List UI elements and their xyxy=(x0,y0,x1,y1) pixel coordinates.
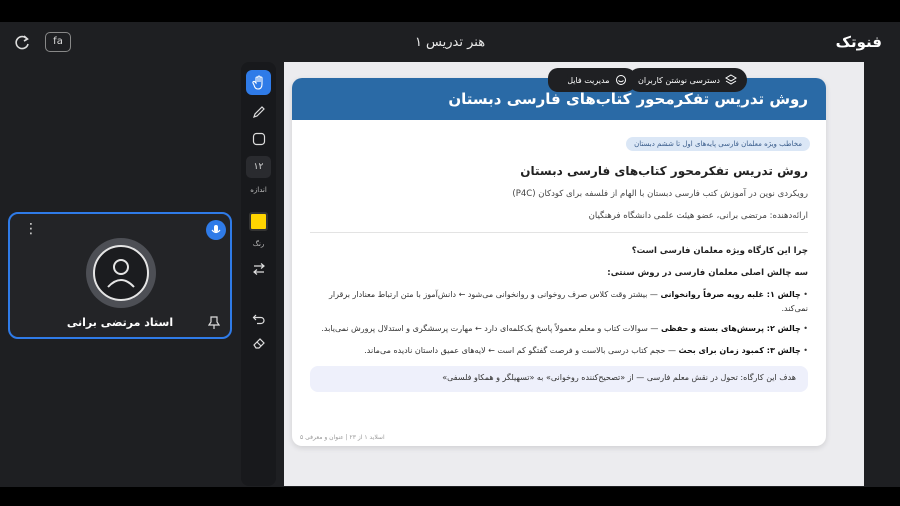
divider xyxy=(310,232,808,233)
screen: فنوتک هنر تدریس ۱ fa ⋮ استاد مرتضی برانی xyxy=(0,0,900,506)
slide-question: چرا این کارگاه ویژه معلمان فارسی است؟ xyxy=(631,246,808,256)
slide-header-title: روش تدریس تفکرمحور کتاب‌های فارسی دبستان xyxy=(448,90,808,108)
more-options-icon[interactable]: ⋮ xyxy=(24,222,38,236)
pin-icon[interactable] xyxy=(208,316,220,330)
language-button[interactable]: fa xyxy=(45,32,71,52)
whiteboard[interactable]: روش تدریس تفکرمحور کتاب‌های فارسی دبستان… xyxy=(284,62,864,486)
color-label: رنگ xyxy=(252,240,265,248)
slide-presenter: ارائه‌دهنده: مرتضی برانی، عضو هیئت علمی … xyxy=(588,211,808,221)
mic-icon[interactable] xyxy=(206,220,226,240)
user-write-access-button[interactable]: دسترسی نوشتن کاربران xyxy=(628,68,747,92)
pen-icon[interactable] xyxy=(246,99,271,124)
session-title: هنر تدریس ۱ xyxy=(414,35,486,50)
select-hand-icon[interactable] xyxy=(246,70,271,95)
slide-heading: روش تدریس تفکرمحور کتاب‌های فارسی دبستان xyxy=(520,164,808,178)
list-item: • چالش ۳: کمبود زمان برای بحث — حجم کتاب… xyxy=(364,346,808,355)
participant-tile[interactable]: ⋮ استاد مرتضی برانی xyxy=(8,212,232,339)
app-window: فنوتک هنر تدریس ۱ fa ⋮ استاد مرتضی برانی xyxy=(0,22,900,487)
size-value[interactable]: ۱۲ xyxy=(246,156,271,178)
color-swatch[interactable] xyxy=(249,212,268,231)
avatar xyxy=(86,238,156,308)
file-manager-icon xyxy=(615,75,626,85)
hidden-placeholder xyxy=(548,68,568,92)
eraser-icon[interactable] xyxy=(246,330,271,355)
user-write-access-label: دسترسی نوشتن کاربران xyxy=(638,75,720,85)
slide-card: روش تدریس تفکرمحور کتاب‌های فارسی دبستان… xyxy=(292,78,826,446)
undo-icon[interactable] xyxy=(246,306,271,331)
drawing-toolbar: ۱۲ اندازه رنگ xyxy=(241,62,276,486)
top-bar: فنوتک هنر تدریس ۱ fa xyxy=(0,22,900,64)
goal-callout: هدف این کارگاه: تحول در نقش معلم فارسی —… xyxy=(310,366,808,392)
refresh-icon[interactable] xyxy=(12,33,32,53)
layers-icon xyxy=(724,74,737,85)
shape-icon[interactable] xyxy=(246,126,271,151)
size-label: اندازه xyxy=(250,186,267,194)
list-item: • چالش ۲: پرسش‌های بسته و حفظی — سوالات … xyxy=(321,324,808,333)
audience-tag: مخاطب ویژه معلمان فارسی پایه‌های اول تا … xyxy=(626,137,810,151)
slide-subtitle: رویکردی نوین در آموزش کتب فارسی دبستان ب… xyxy=(512,189,808,199)
slide-footer: اسلاید ۱ از ۲۳ | عنوان و معرفی ۵ xyxy=(300,434,385,441)
participant-name: استاد مرتضی برانی xyxy=(66,316,174,329)
list-item: • چالش ۱: غلبه رویه صرفاً روانخوانی — بی… xyxy=(329,290,808,313)
challenges-heading: سه چالش اصلی معلمان فارسی در روش سنتی: xyxy=(607,268,808,278)
user-icon xyxy=(93,245,149,301)
swap-icon[interactable] xyxy=(246,256,271,281)
